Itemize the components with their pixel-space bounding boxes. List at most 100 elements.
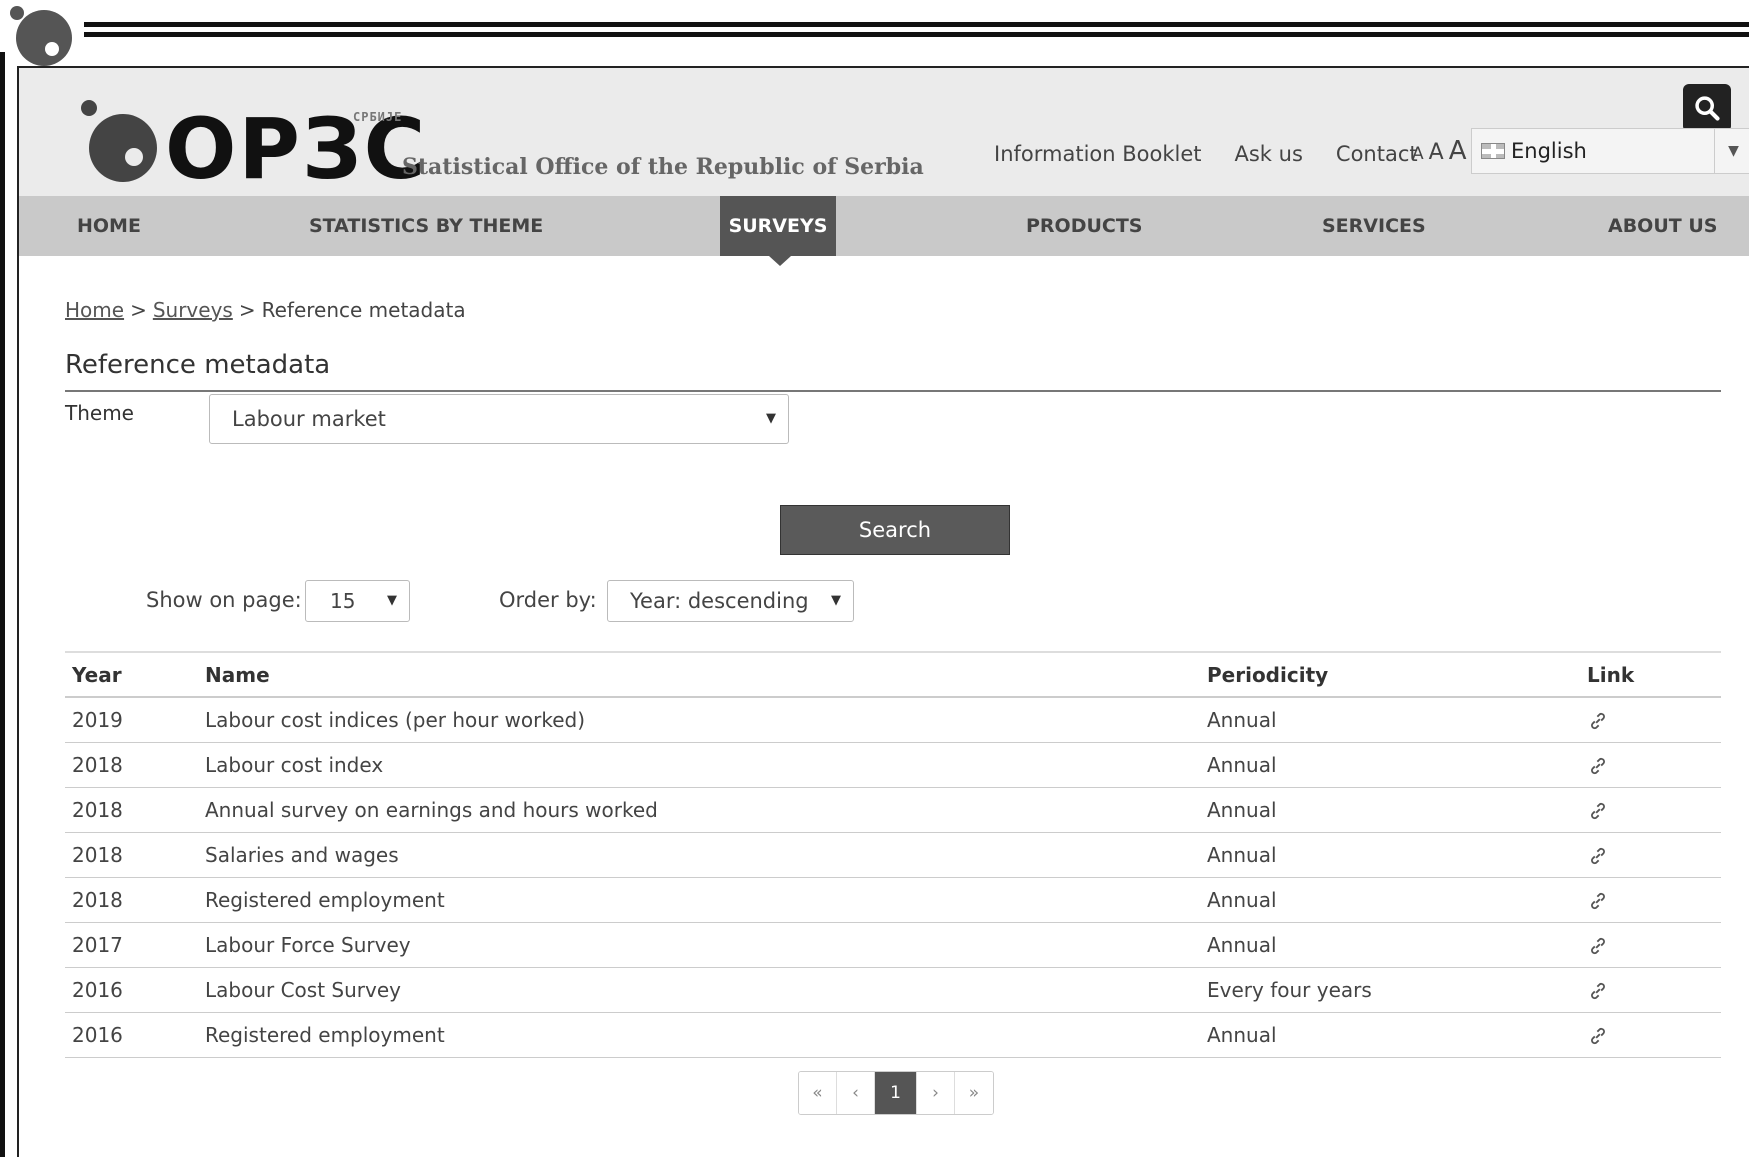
column-header-year[interactable]: Year — [65, 651, 205, 698]
breadcrumb-surveys-link[interactable]: Surveys — [153, 298, 233, 322]
language-value: English — [1511, 139, 1587, 163]
link-icon[interactable] — [1587, 1025, 1609, 1047]
pagination-page-1[interactable]: 1 — [875, 1072, 917, 1114]
column-header-name[interactable]: Name — [205, 651, 1207, 698]
decorative-bar — [0, 52, 5, 1157]
link-icon[interactable] — [1587, 755, 1609, 777]
results-table: Year Name Periodicity Link 2019 Labour c… — [65, 651, 1721, 1058]
show-on-page-label: Show on page: — [146, 588, 302, 612]
pagination-next-button[interactable]: › — [917, 1072, 955, 1114]
nav-item-surveys[interactable]: SURVEYS — [720, 196, 836, 256]
cell-year: 2018 — [65, 877, 205, 923]
table-row: 2018 Labour cost index Annual — [65, 742, 1721, 788]
pagination: « ‹ 1 › » — [798, 1071, 994, 1115]
theme-label: Theme — [65, 401, 134, 425]
table-row: 2018 Salaries and wages Annual — [65, 832, 1721, 878]
logo-dot — [81, 100, 97, 116]
ask-us-link[interactable]: Ask us — [1235, 142, 1303, 166]
breadcrumb: Home > Surveys > Reference metadata — [65, 298, 466, 322]
table-body: 2019 Labour cost indices (per hour worke… — [65, 697, 1721, 1058]
uk-flag-icon — [1481, 143, 1505, 159]
page-size-value: 15 — [330, 589, 356, 613]
chevron-down-icon: ▼ — [387, 593, 397, 608]
site-logo[interactable]: ОРЗС СРБИЈЕ — [81, 98, 425, 194]
nav-item-services[interactable]: SERVICES — [1322, 196, 1426, 256]
cell-link — [1587, 967, 1721, 1013]
page-title: Reference metadata — [65, 350, 331, 380]
main-navigation: HOME STATISTICS BY THEME SURVEYS PRODUCT… — [19, 196, 1749, 256]
nav-item-about-us[interactable]: ABOUT US — [1608, 196, 1717, 256]
title-divider — [65, 390, 1721, 392]
logo-superscript: СРБИЈЕ — [353, 110, 403, 124]
cell-periodicity: Annual — [1207, 922, 1587, 968]
cell-link — [1587, 742, 1721, 788]
font-size-medium[interactable]: A — [1429, 140, 1444, 165]
page-size-select[interactable]: 15 ▼ — [305, 580, 410, 622]
font-size-small[interactable]: A — [1412, 144, 1424, 164]
column-header-periodicity[interactable]: Periodicity — [1207, 651, 1587, 698]
cell-name: Salaries and wages — [205, 832, 1207, 878]
pagination-prev-button[interactable]: ‹ — [837, 1072, 875, 1114]
pagination-first-button[interactable]: « — [799, 1072, 837, 1114]
contact-link[interactable]: Contact — [1336, 142, 1418, 166]
table-row: 2018 Registered employment Annual — [65, 877, 1721, 923]
cell-periodicity: Annual — [1207, 877, 1587, 923]
table-row: 2017 Labour Force Survey Annual — [65, 922, 1721, 968]
link-icon[interactable] — [1587, 710, 1609, 732]
chevron-down-icon: ▼ — [831, 593, 841, 608]
cell-name: Registered employment — [205, 877, 1207, 923]
chevron-down-icon: ▼ — [766, 411, 776, 426]
organization-name: Statistical Office of the Republic of Se… — [402, 154, 924, 180]
search-submit-button[interactable]: Search — [780, 505, 1010, 555]
link-icon[interactable] — [1587, 890, 1609, 912]
cell-link — [1587, 832, 1721, 878]
order-by-label: Order by: — [499, 588, 597, 612]
cell-name: Registered employment — [205, 1012, 1207, 1058]
cell-periodicity: Every four years — [1207, 967, 1587, 1013]
active-nav-pointer — [769, 256, 791, 266]
order-by-select[interactable]: Year: descending ▼ — [607, 580, 854, 622]
breadcrumb-separator: > — [238, 298, 256, 322]
table-row: 2016 Registered employment Annual — [65, 1012, 1721, 1058]
decorative-dot — [10, 6, 24, 20]
logo-ball — [89, 114, 157, 182]
link-icon[interactable] — [1587, 800, 1609, 822]
cell-periodicity: Annual — [1207, 787, 1587, 833]
cell-name: Labour Force Survey — [205, 922, 1207, 968]
cell-link — [1587, 922, 1721, 968]
decorative-circle — [16, 10, 72, 66]
search-button[interactable] — [1683, 84, 1731, 132]
cell-year: 2019 — [65, 697, 205, 743]
column-header-link: Link — [1587, 651, 1721, 698]
page-frame: ОРЗС СРБИЈЕ Statistical Office of the Re… — [17, 66, 1749, 1157]
table-header-row: Year Name Periodicity Link — [65, 651, 1721, 698]
cell-link — [1587, 697, 1721, 743]
link-icon[interactable] — [1587, 845, 1609, 867]
order-by-value: Year: descending — [630, 589, 809, 613]
table-row: 2018 Annual survey on earnings and hours… — [65, 787, 1721, 833]
cell-periodicity: Annual — [1207, 832, 1587, 878]
breadcrumb-home-link[interactable]: Home — [65, 298, 124, 322]
logo-ball-hole — [125, 148, 143, 166]
theme-select[interactable]: Labour market ▼ — [209, 394, 789, 444]
nav-item-home[interactable]: HOME — [77, 196, 141, 256]
nav-item-products[interactable]: PRODUCTS — [1026, 196, 1143, 256]
cell-name: Labour Cost Survey — [205, 967, 1207, 1013]
link-icon[interactable] — [1587, 935, 1609, 957]
cell-link — [1587, 1012, 1721, 1058]
cell-name: Labour cost index — [205, 742, 1207, 788]
decorative-line — [84, 32, 1749, 37]
cell-periodicity: Annual — [1207, 742, 1587, 788]
nav-item-statistics-by-theme[interactable]: STATISTICS BY THEME — [309, 196, 543, 256]
font-size-large[interactable]: A — [1449, 136, 1467, 166]
language-select[interactable]: English ▼ — [1471, 128, 1749, 174]
cell-periodicity: Annual — [1207, 1012, 1587, 1058]
decorative-circle-hole — [45, 42, 59, 56]
pagination-last-button[interactable]: » — [955, 1072, 993, 1114]
cell-periodicity: Annual — [1207, 697, 1587, 743]
cell-name: Labour cost indices (per hour worked) — [205, 697, 1207, 743]
table-row: 2016 Labour Cost Survey Every four years — [65, 967, 1721, 1013]
link-icon[interactable] — [1587, 980, 1609, 1002]
cell-year: 2018 — [65, 832, 205, 878]
information-booklet-link[interactable]: Information Booklet — [994, 142, 1202, 166]
